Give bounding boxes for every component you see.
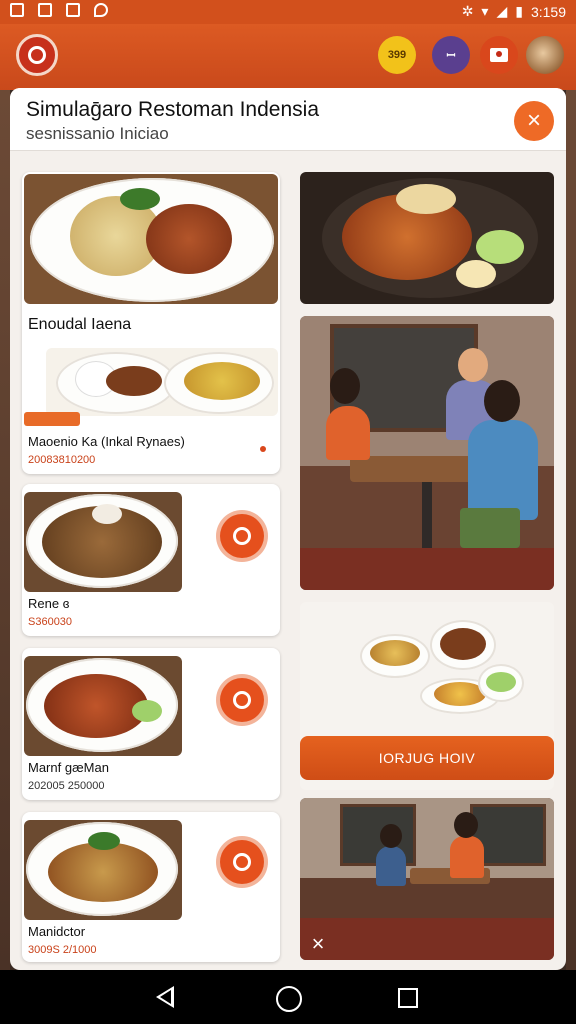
back-icon[interactable] (156, 986, 174, 1008)
dish-image (24, 820, 182, 920)
dining-scene-image (300, 316, 554, 590)
menu-item-price: 202005 250000 (28, 780, 105, 792)
dot-icon (260, 446, 266, 452)
points-badge[interactable]: 399 (378, 36, 416, 74)
app-bar: 399 ꟷ (0, 24, 576, 90)
menu-item-name: Rene ɞ (28, 596, 70, 611)
featured-dish-image (24, 174, 278, 304)
image-icon (66, 3, 80, 17)
menu-item-card[interactable]: Marnf gæMan 202005 250000 (22, 648, 280, 800)
briefcase-icon (38, 3, 52, 17)
favorite-button[interactable] (220, 514, 264, 558)
combo-dish-image (46, 348, 278, 416)
recents-icon[interactable] (398, 988, 418, 1008)
wifi-icon: ▾ (481, 3, 489, 19)
dish-image (24, 492, 182, 592)
background-right (566, 90, 576, 970)
clock: 3:159 (530, 3, 566, 20)
avatar[interactable] (526, 36, 564, 74)
menu-item-name: Marnf gæMan (28, 760, 109, 775)
close-button[interactable]: × (514, 101, 554, 141)
dish-image (24, 656, 182, 756)
menu-item-price: 3009S 2/1000 (28, 944, 97, 956)
settings-icon: ✲ (461, 3, 474, 19)
menu-item-card[interactable]: Manidctor 3009S 2/1000 (22, 812, 280, 962)
featured-item-price: 20083810200 (28, 454, 96, 466)
navigation-bar (0, 970, 576, 1024)
menu-item-price: S360030 (28, 616, 73, 628)
favorite-button[interactable] (220, 678, 264, 722)
featured-item-name: Maoenio Ka (Inkal Rynaes) (28, 434, 185, 449)
photo-icon (10, 3, 24, 17)
dialog-header: Simulaḡaro Restoman Indensia sesnissanio… (10, 88, 566, 151)
restaurant-dialog: Simulaḡaro Restoman Indensia sesnissanio… (10, 88, 566, 970)
menu-item-card[interactable]: Rene ɞ S360030 (22, 484, 280, 636)
signal-icon: ◢ (496, 3, 508, 19)
dining-scene-image-small (300, 798, 554, 960)
menu-section-title: Enoudal Iaena (28, 316, 132, 333)
menu-item-name: Manidctor (28, 924, 86, 939)
featured-menu-card[interactable]: Enoudal Iaena Maoenio Ka (Inkal Rynaes) … (22, 172, 280, 474)
hero-dish-image (300, 172, 554, 304)
promo-tag (24, 412, 80, 426)
background-left (0, 90, 10, 970)
system-icons: ✲ ▾ ◢ ▮ 3:159 (462, 3, 566, 20)
dialog-subtitle: sesnissanio Iniciao (26, 124, 169, 143)
dismiss-button[interactable]: × (300, 926, 336, 962)
order-now-button[interactable]: IORJUG HOIV (300, 736, 554, 780)
favorite-button[interactable] (220, 840, 264, 884)
dialog-title: Simulaḡaro Restoman Indensia (26, 98, 319, 121)
notification-icons (10, 3, 108, 17)
status-bar: ✲ ▾ ◢ ▮ 3:159 (0, 0, 576, 24)
bag-icon[interactable]: ꟷ (432, 36, 470, 74)
camera-icon[interactable] (480, 36, 518, 74)
location-icon (94, 3, 108, 17)
battery-icon: ▮ (515, 3, 523, 19)
home-icon[interactable] (276, 986, 302, 1012)
restaurant-logo-icon[interactable] (16, 34, 58, 76)
